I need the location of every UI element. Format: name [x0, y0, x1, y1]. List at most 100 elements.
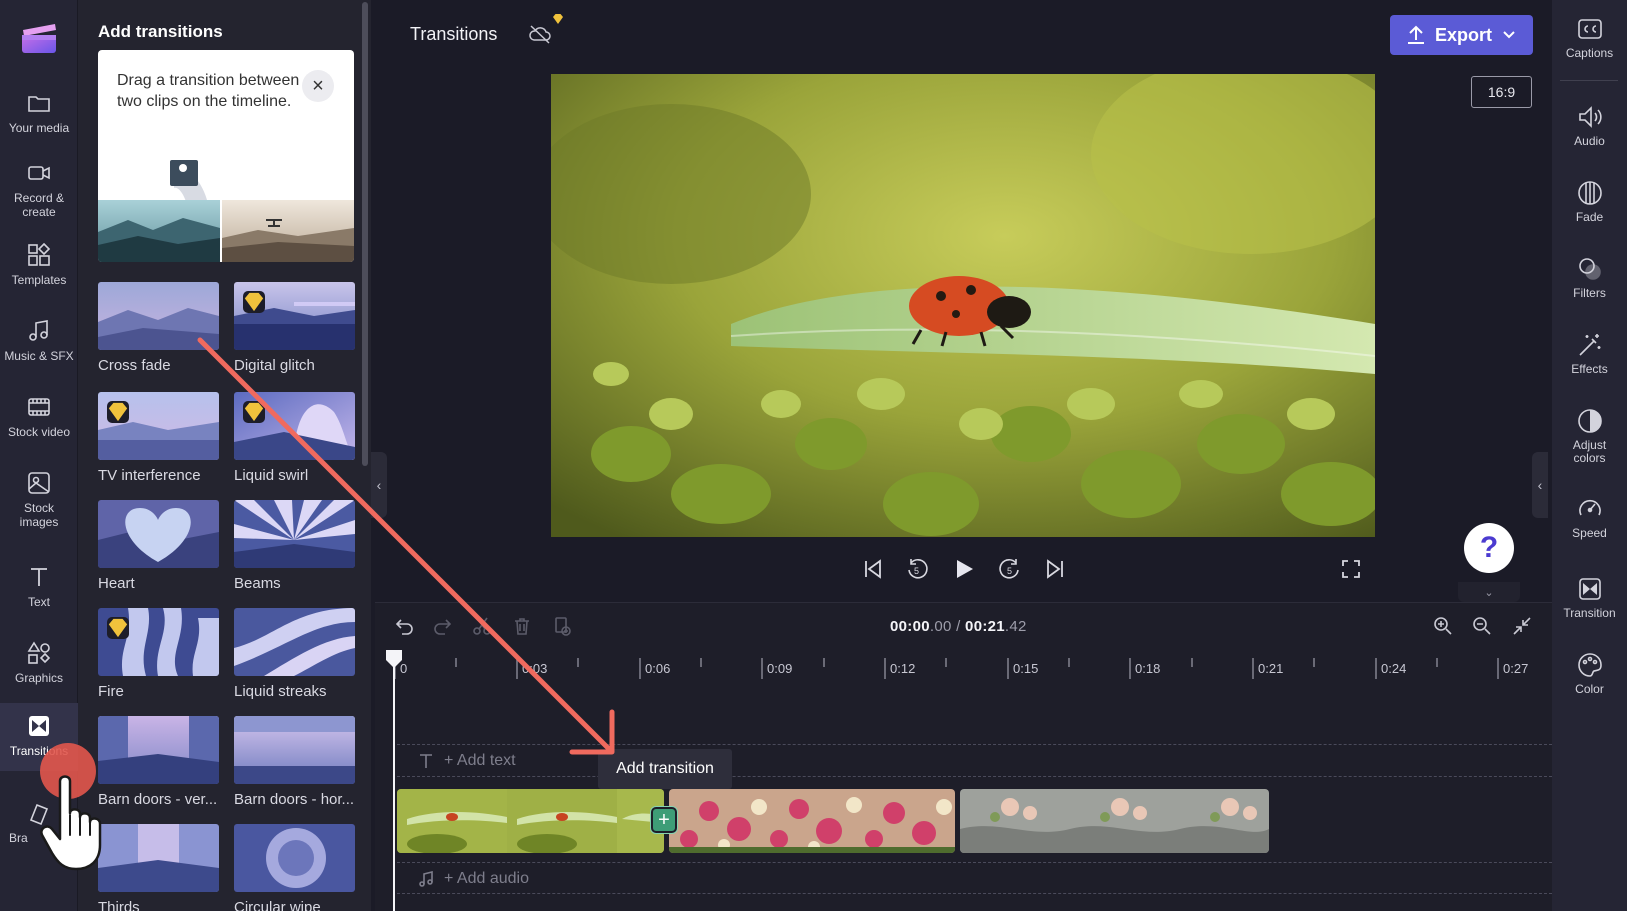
- fullscreen-icon: [1342, 560, 1360, 578]
- help-button[interactable]: ?: [1464, 523, 1514, 573]
- zoom-in-button[interactable]: [1431, 614, 1455, 638]
- tile-name: TV interference: [98, 467, 201, 484]
- aspect-ratio-button[interactable]: 16:9: [1471, 76, 1532, 108]
- fullscreen-button[interactable]: [1336, 554, 1366, 584]
- add-audio-button[interactable]: + Add audio: [418, 870, 529, 888]
- forward-5-button[interactable]: 5: [995, 554, 1025, 584]
- zoom-out-button[interactable]: [1470, 614, 1494, 638]
- collapse-panel-button[interactable]: ‹: [371, 452, 387, 518]
- skip-to-start-button[interactable]: [858, 554, 888, 584]
- nav-record-create[interactable]: Record & create: [0, 160, 78, 219]
- export-button[interactable]: Export: [1390, 15, 1533, 55]
- rail-audio[interactable]: Audio: [1552, 104, 1627, 148]
- rail-captions[interactable]: Captions: [1552, 16, 1627, 60]
- transition-tile-barn-doors-horizontal[interactable]: Barn doors - hor...: [234, 716, 355, 808]
- nav-templates[interactable]: Templates: [0, 242, 78, 287]
- clip-thumbnails: [960, 789, 1269, 853]
- rail-transition[interactable]: Transition: [1552, 576, 1627, 620]
- play-button[interactable]: [949, 554, 979, 584]
- current-time: 00:00: [890, 618, 930, 635]
- rail-label: Color: [1575, 682, 1604, 696]
- undo-button[interactable]: [392, 614, 416, 638]
- nav-your-media[interactable]: Your media: [0, 90, 78, 135]
- nav-stock-video[interactable]: Stock video: [0, 394, 78, 439]
- transition-tile-liquid-swirl[interactable]: Liquid swirl: [234, 392, 355, 484]
- nav-music-sfx[interactable]: Music & SFX: [0, 318, 78, 363]
- tip-illustration: [98, 200, 354, 262]
- filters-icon: [1578, 258, 1601, 280]
- project-title[interactable]: Transitions: [410, 24, 497, 45]
- tile-name: Fire: [98, 683, 124, 700]
- ruler-label: 0:21: [1258, 661, 1284, 676]
- transition-tile-thirds[interactable]: Thirds: [98, 824, 219, 911]
- transition-tile-liquid-streaks[interactable]: Liquid streaks: [234, 608, 355, 700]
- folder-icon: [28, 96, 50, 112]
- tile-thumbnail: [234, 282, 355, 350]
- nav-label: Text: [27, 595, 50, 609]
- nav-label: Record & create: [13, 191, 65, 219]
- delete-button[interactable]: [510, 614, 534, 638]
- transition-tile-cross-fade[interactable]: Cross fade: [98, 282, 219, 374]
- nav-label: Graphics: [14, 671, 64, 685]
- panel-scrollbar[interactable]: [362, 2, 368, 466]
- fit-timeline-button[interactable]: [1510, 614, 1534, 638]
- speedometer-icon: [1578, 499, 1601, 516]
- clip-thumbnails: [669, 789, 955, 853]
- split-button[interactable]: [470, 614, 494, 638]
- cloud-off-icon[interactable]: [528, 24, 552, 44]
- diamond-icon: [553, 14, 563, 24]
- ruler-label: 0:12: [890, 661, 916, 676]
- premium-badge: [107, 617, 129, 639]
- transition-tile-barn-doors-vertical[interactable]: Barn doors - ver...: [98, 716, 219, 808]
- tile-thumbnail: [98, 608, 219, 676]
- tile-name: Heart: [98, 575, 135, 592]
- text-lane-top: [397, 744, 1552, 745]
- zoom-in-icon: [1434, 617, 1452, 635]
- audio-lane-top: [397, 862, 1552, 863]
- svg-text:5: 5: [914, 566, 919, 576]
- collapse-help-button[interactable]: ⌄: [1458, 582, 1520, 602]
- rail-color[interactable]: Color: [1552, 652, 1627, 696]
- nav-graphics[interactable]: Graphics: [0, 640, 78, 685]
- nav-label: Stock images: [19, 501, 59, 529]
- timeline: [375, 602, 1552, 911]
- rewind-5-button[interactable]: 5: [902, 554, 932, 584]
- redo-button[interactable]: [431, 614, 455, 638]
- tile-thumbnail: [98, 500, 219, 568]
- tip-close-button[interactable]: ×: [302, 70, 334, 102]
- rail-fade[interactable]: Fade: [1552, 180, 1627, 224]
- tile-name: Barn doors - hor...: [234, 791, 355, 808]
- playhead-handle[interactable]: [386, 650, 402, 668]
- clip-stone-flowers[interactable]: [960, 789, 1269, 853]
- collapse-right-panel-button[interactable]: ‹: [1532, 452, 1548, 518]
- transition-tile-beams[interactable]: Beams: [234, 500, 355, 592]
- transition-tile-digital-glitch[interactable]: Digital glitch: [234, 282, 355, 374]
- add-text-button[interactable]: + Add text: [418, 752, 516, 770]
- tile-name: Digital glitch: [234, 357, 315, 374]
- rail-speed[interactable]: Speed: [1552, 496, 1627, 540]
- diamond-icon: [244, 292, 264, 312]
- rail-label: Transition: [1563, 606, 1616, 620]
- magic-wand-icon: [1578, 334, 1600, 356]
- transition-tile-tv-interference[interactable]: TV interference: [98, 392, 219, 484]
- tile-thumbnail: [234, 500, 355, 568]
- transition-tile-circular-wipe[interactable]: Circular wipe: [234, 824, 355, 911]
- duplicate-button[interactable]: [550, 614, 574, 638]
- contrast-icon: [1577, 409, 1602, 433]
- clip-thumbnails: [397, 789, 664, 853]
- clip-flowers[interactable]: [669, 789, 955, 853]
- tile-thumbnail: [234, 824, 355, 892]
- video-preview[interactable]: [551, 74, 1375, 537]
- skip-to-end-button[interactable]: [1040, 554, 1070, 584]
- add-transition-button[interactable]: +: [651, 807, 677, 833]
- tip-card: Drag a transition between two clips on t…: [98, 50, 354, 262]
- rail-adjust-colors[interactable]: Adjust colors: [1552, 408, 1627, 465]
- nav-text[interactable]: Text: [0, 564, 78, 609]
- clip-ladybug[interactable]: [397, 789, 664, 853]
- timecode: 00:00.00 / 00:21.42: [890, 618, 1027, 635]
- transition-tile-fire[interactable]: Fire: [98, 608, 219, 700]
- rail-effects[interactable]: Effects: [1552, 332, 1627, 376]
- rail-filters[interactable]: Filters: [1552, 256, 1627, 300]
- nav-stock-images[interactable]: Stock images: [0, 470, 78, 529]
- transition-tile-heart[interactable]: Heart: [98, 500, 219, 592]
